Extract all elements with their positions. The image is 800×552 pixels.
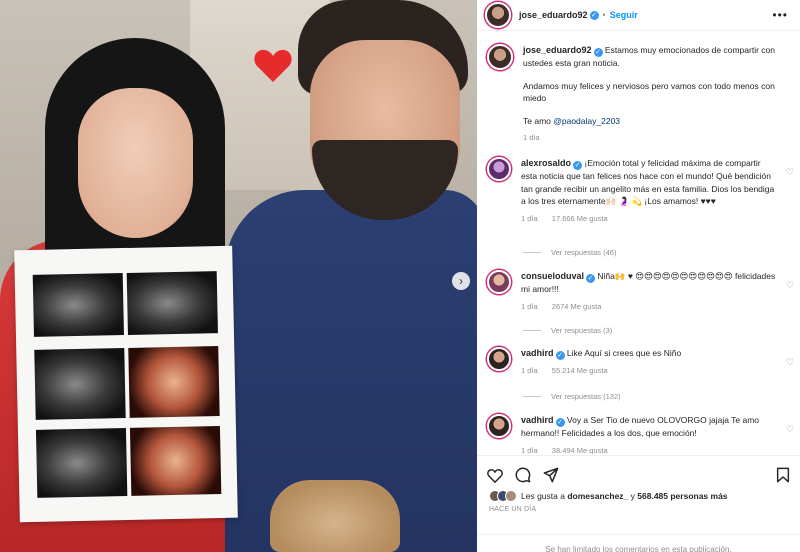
caption-time[interactable]: 1 día [523, 133, 540, 142]
comment-meta: 1 día 38.494 Me gusta [521, 445, 779, 455]
caption-paragraph: Te amo @paodalay_2203 [523, 115, 781, 128]
comment-likes[interactable]: 17.666 Me gusta [552, 214, 608, 223]
commenter-username[interactable]: vadhird [521, 348, 554, 358]
comment-text: consueloduval ✓ Niña🙌 ♥ 😍😍😍😍😍😍😍😍😍😍😍 felic… [521, 270, 779, 296]
comment: vadhird ✓ Voy a Ser Tio de nuevo OLOVORGO… [477, 414, 800, 454]
commenter-username[interactable]: consueloduval [521, 271, 584, 281]
caption-username[interactable]: jose_eduardo92 [523, 45, 592, 55]
comment: vadhird ✓ Like Aquí si crees que es Niño … [477, 347, 800, 378]
comment-icon[interactable] [515, 467, 531, 483]
comment-time[interactable]: 1 día [521, 302, 538, 311]
author-username[interactable]: jose_eduardo92 [519, 10, 588, 20]
likes-count[interactable]: 568.485 personas más [637, 491, 727, 501]
caption-paragraph: Andamos muy felices y nerviosos pero vam… [523, 80, 775, 104]
ultrasound-sheet [14, 245, 238, 523]
comment-meta: 1 día 17.666 Me gusta [521, 213, 779, 226]
share-icon[interactable] [543, 467, 559, 483]
next-photo-button[interactable]: › [452, 272, 470, 290]
comments-list[interactable]: jose_eduardo92 ✓ Estamos muy emocionados … [477, 36, 800, 454]
comment: consueloduval ✓ Niña🙌 ♥ 😍😍😍😍😍😍😍😍😍😍😍 felic… [477, 270, 800, 313]
wall-heart-decoration [254, 49, 292, 82]
post-actions: Les gusta a domesanchez_ y 568.485 perso… [477, 455, 800, 552]
post-sidebar: jose_eduardo92 ✓ • Seguir ••• jose_eduar… [477, 0, 800, 552]
commenter-avatar[interactable] [487, 270, 511, 294]
replies-line [523, 330, 541, 331]
comments-limited-notice: Se han limitado los comentarios en esta … [477, 534, 800, 552]
likes-text: Les gusta a domesanchez_ y 568.485 perso… [521, 491, 728, 501]
author-avatar[interactable] [487, 44, 513, 70]
liker-username[interactable]: domesanchez_ [567, 491, 628, 501]
commenter-avatar[interactable] [487, 157, 511, 181]
view-replies-button[interactable]: Ver respuestas (46) [523, 248, 616, 257]
replies-line [523, 252, 541, 253]
comment-time[interactable]: 1 día [521, 214, 538, 223]
caption-text: jose_eduardo92 ✓ Estamos muy emocionados … [523, 44, 781, 70]
view-replies-label: Ver respuestas (132) [551, 392, 621, 401]
likes-prefix: Les gusta a [521, 491, 565, 501]
comment-meta: 1 día 55.214 Me gusta [521, 365, 779, 378]
view-replies-label: Ver respuestas (3) [551, 326, 613, 335]
likes-summary[interactable]: Les gusta a domesanchez_ y 568.485 perso… [477, 486, 800, 502]
ultrasound-image [32, 273, 124, 337]
commenter-avatar[interactable] [487, 347, 511, 371]
separator-dot: • [602, 10, 606, 20]
view-replies-button[interactable]: Ver respuestas (3) [523, 326, 612, 335]
ultrasound-image [34, 348, 126, 420]
heart-icon[interactable]: ♡ [786, 357, 794, 368]
heart-icon[interactable]: ♡ [786, 280, 794, 291]
verified-icon: ✓ [589, 10, 599, 20]
comment-likes[interactable]: 55.214 Me gusta [552, 366, 608, 375]
replies-line [523, 396, 541, 397]
action-bar [477, 456, 800, 486]
woman-face [78, 88, 193, 238]
ultrasound-image [126, 271, 218, 335]
comment-time[interactable]: 1 día [521, 446, 538, 455]
likes-connector: y [630, 491, 635, 501]
commenter-username[interactable]: vadhird [521, 415, 554, 425]
verified-icon: ✓ [555, 418, 565, 427]
verified-icon: ✓ [586, 274, 596, 283]
comment-meta: 1 día 2674 Me gusta [521, 301, 779, 314]
bookmark-icon[interactable] [776, 467, 790, 483]
comment-text: vadhird ✓ Voy a Ser Tio de nuevo OLOVORGO… [521, 414, 779, 440]
ultrasound-image [35, 428, 128, 498]
liker-avatar [505, 490, 517, 502]
more-icon[interactable]: ••• [772, 8, 788, 22]
heart-icon[interactable]: ♡ [786, 424, 794, 435]
comment-text: vadhird ✓ Like Aquí si crees que es Niño [521, 347, 779, 360]
caption-text: Te amo [523, 115, 551, 126]
chevron-right-icon: › [459, 274, 463, 288]
comment-likes[interactable]: 2674 Me gusta [552, 302, 602, 311]
comment: alexrosaldo ✓ ¡Emoción total y felicidad … [477, 157, 800, 225]
author-avatar[interactable] [485, 2, 511, 28]
commenter-username[interactable]: alexrosaldo [521, 158, 571, 168]
heart-icon[interactable] [487, 468, 503, 483]
view-replies-button[interactable]: Ver respuestas (132) [523, 392, 621, 401]
commenter-avatar[interactable] [487, 414, 511, 438]
view-replies-label: Ver respuestas (46) [551, 248, 617, 257]
comment-text: alexrosaldo ✓ ¡Emoción total y felicidad … [521, 157, 779, 208]
comment-likes[interactable]: 38.494 Me gusta [552, 446, 608, 455]
ultrasound-3d-image [128, 346, 220, 418]
caption: jose_eduardo92 ✓ Estamos muy emocionados … [477, 44, 800, 145]
comment-time[interactable]: 1 día [521, 366, 538, 375]
verified-icon: ✓ [555, 351, 565, 360]
post-photo[interactable]: › [0, 0, 477, 552]
posted-time: HACE UN DÍA [489, 506, 537, 513]
heart-icon[interactable]: ♡ [786, 167, 794, 178]
comment-body: Like Aquí si crees que es Niño [566, 348, 682, 358]
follow-button[interactable]: Seguir [610, 10, 638, 20]
verified-icon: ✓ [573, 161, 583, 170]
baby-shoes [270, 480, 400, 552]
post-header: jose_eduardo92 ✓ • Seguir ••• [477, 0, 800, 31]
ultrasound-3d-image [129, 426, 222, 496]
verified-icon: ✓ [593, 48, 603, 57]
caption-meta: 1 día [523, 132, 781, 145]
mention-link[interactable]: @paodalay_2203 [553, 116, 620, 126]
